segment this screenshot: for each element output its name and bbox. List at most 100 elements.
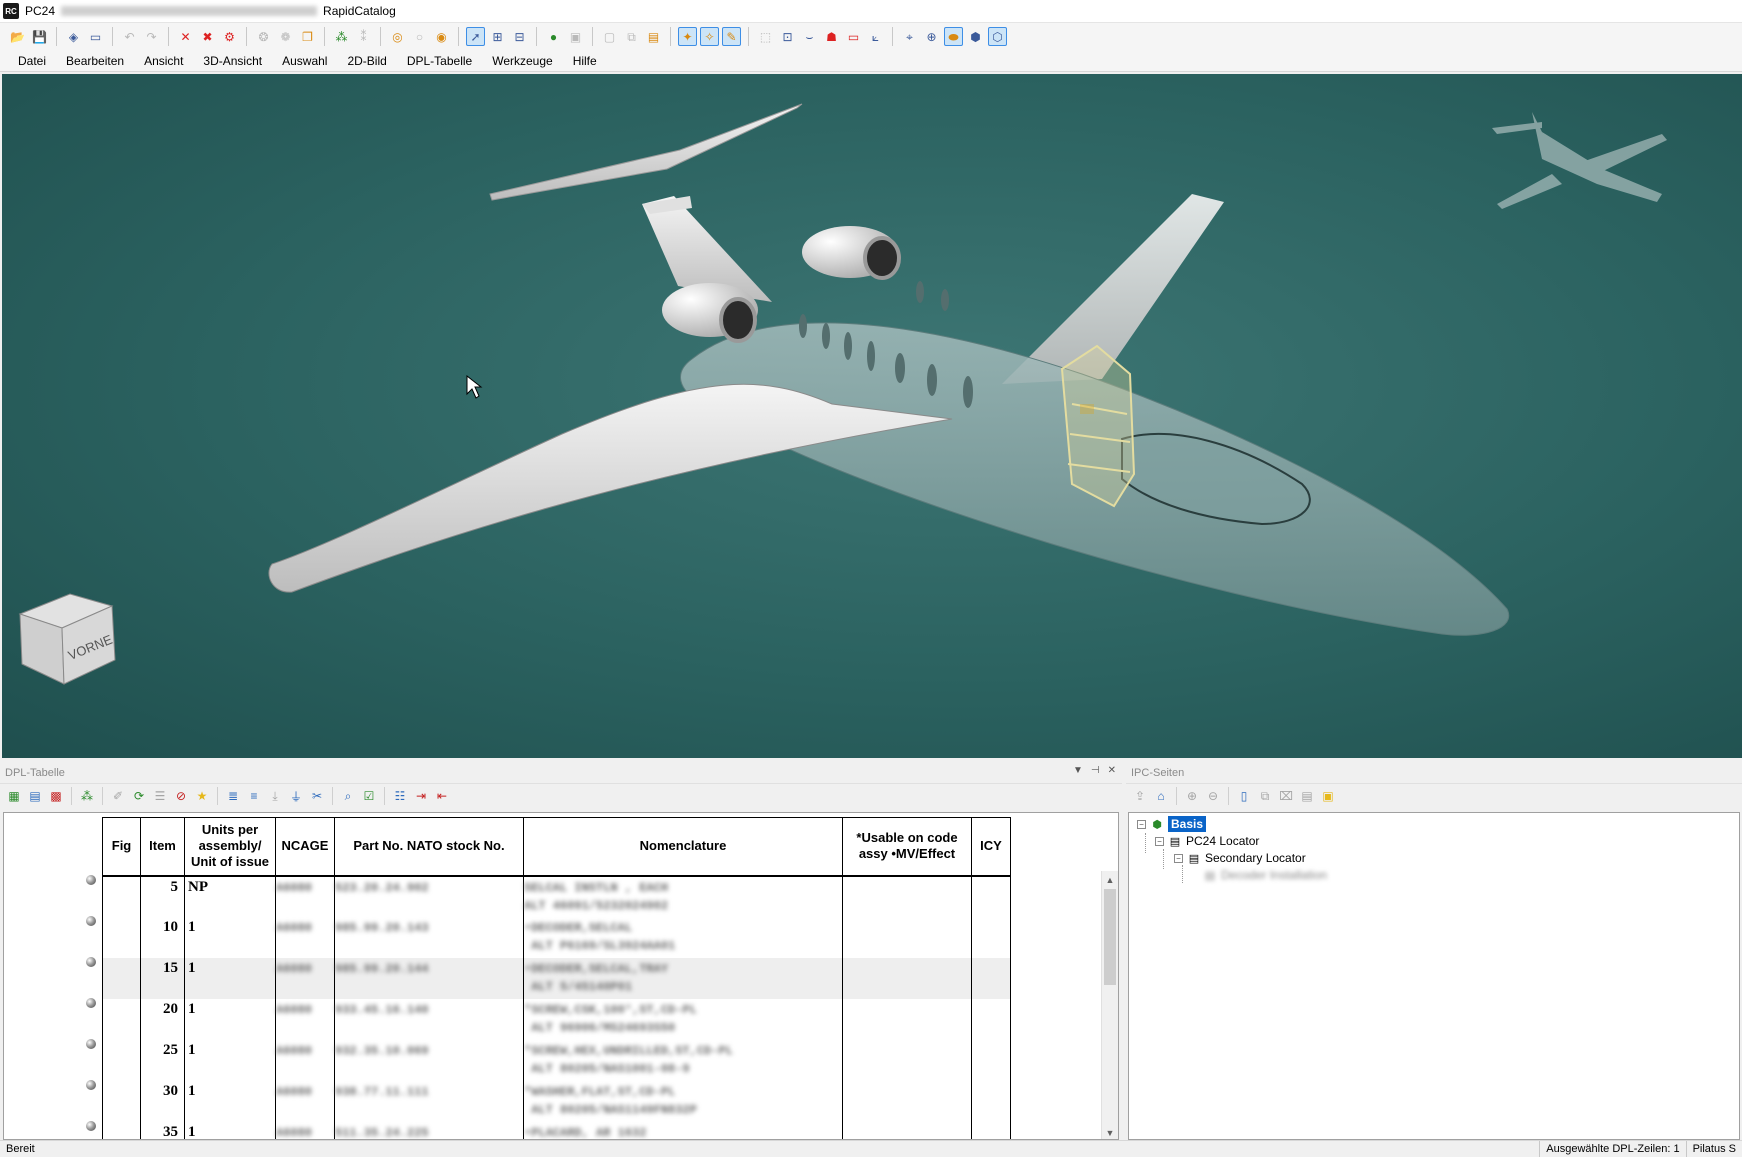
row-status-icon[interactable] bbox=[86, 1121, 96, 1131]
baseline-icon[interactable]: ⌣ bbox=[800, 27, 819, 46]
frame-icon[interactable]: ⬚ bbox=[756, 27, 775, 46]
panel-pin-icon[interactable]: ⊣ bbox=[1091, 765, 1100, 776]
eraser-icon[interactable]: ◈ bbox=[64, 27, 83, 46]
menu-2d-bild[interactable]: 2D-Bild bbox=[337, 51, 396, 71]
dpl-vertical-scrollbar[interactable]: ▲ ▼ bbox=[1101, 871, 1118, 1139]
delete-icon[interactable]: ✕ bbox=[176, 27, 195, 46]
indent-icon[interactable]: ≣ bbox=[224, 787, 242, 805]
menu-3d-ansicht[interactable]: 3D-Ansicht bbox=[193, 51, 272, 71]
tree-label-pc24-locator[interactable]: PC24 Locator bbox=[1186, 834, 1259, 848]
table-row-icon[interactable]: ▤ bbox=[26, 787, 44, 805]
list-icon[interactable]: ☷ bbox=[391, 787, 409, 805]
tree-label-basis[interactable]: Basis bbox=[1168, 816, 1207, 832]
link-icon[interactable]: ⁂ bbox=[332, 27, 351, 46]
table-row[interactable]: 20 1 A6080 933.45.16.140 *SCREW,CSK,100°… bbox=[102, 998, 1011, 1040]
tree-add-icon[interactable]: ⊕ bbox=[1183, 787, 1201, 805]
box-3d-icon[interactable]: ⬢ bbox=[966, 27, 985, 46]
monitor-icon[interactable]: ▭ bbox=[86, 27, 105, 46]
group-icon[interactable]: ❂ bbox=[254, 27, 273, 46]
circle-icon[interactable]: ○ bbox=[410, 27, 429, 46]
star-icon[interactable]: ★ bbox=[193, 787, 211, 805]
sphere-icon[interactable]: ● bbox=[544, 27, 563, 46]
table-row[interactable]: 25 1 A6080 932.35.10.069 *SCREW,HEX,UNDR… bbox=[102, 1039, 1011, 1081]
col-header-units[interactable]: Units per assembly/ Unit of issue bbox=[184, 817, 276, 877]
panel-close-icon[interactable]: ✕ bbox=[1108, 765, 1116, 776]
panel-dropdown-icon[interactable]: ▼ bbox=[1073, 765, 1083, 776]
scroll-thumb[interactable] bbox=[1104, 889, 1116, 985]
tree-remove-icon[interactable]: ⊖ bbox=[1204, 787, 1222, 805]
table-add-icon[interactable]: ▦ bbox=[5, 787, 23, 805]
page-copy-icon[interactable]: ⧉ bbox=[1256, 787, 1274, 805]
col-header-partno[interactable]: Part No. NATO stock No. bbox=[334, 817, 524, 877]
hotspot-icon[interactable]: ✦ bbox=[678, 27, 697, 46]
page-icon[interactable]: ▢ bbox=[600, 27, 619, 46]
eye-off-icon[interactable]: ⊘ bbox=[172, 787, 190, 805]
menu-bearbeiten[interactable]: Bearbeiten bbox=[56, 51, 134, 71]
dpl-table-area[interactable]: Fig Item Units per assembly/ Unit of iss… bbox=[3, 812, 1119, 1140]
menu-werkzeuge[interactable]: Werkzeuge bbox=[482, 51, 562, 71]
hotspot-edit-icon[interactable]: ✎ bbox=[722, 27, 741, 46]
list-add-icon[interactable]: ⇥ bbox=[412, 787, 430, 805]
move-down-icon[interactable]: ⤓ bbox=[266, 787, 284, 805]
row-status-icon[interactable] bbox=[86, 875, 96, 885]
open-icon[interactable]: 📂 bbox=[8, 27, 27, 46]
tree-root-icon[interactable]: ⌂ bbox=[1152, 787, 1170, 805]
zoom-frame-icon[interactable]: ⊡ bbox=[778, 27, 797, 46]
refresh-doc-icon[interactable]: ⟳ bbox=[130, 787, 148, 805]
table-row[interactable]: 35 1 A6080 511.35.24.225 •PLACARD, AR 16… bbox=[102, 1121, 1011, 1139]
row-status-icon[interactable] bbox=[86, 1080, 96, 1090]
menu-hilfe[interactable]: Hilfe bbox=[563, 51, 607, 71]
col-header-item[interactable]: Item bbox=[140, 817, 185, 877]
col-header-ncage[interactable]: NCAGE bbox=[275, 817, 335, 877]
circle-select-icon[interactable]: ◎ bbox=[388, 27, 407, 46]
tree-label-secondary-locator[interactable]: Secondary Locator bbox=[1205, 851, 1306, 865]
globe-icon[interactable]: ⊕ bbox=[922, 27, 941, 46]
edit-doc-icon[interactable]: ✐ bbox=[109, 787, 127, 805]
list-remove-icon[interactable]: ⇤ bbox=[433, 787, 451, 805]
copy-icon[interactable]: ❐ bbox=[298, 27, 317, 46]
folder-icon[interactable]: ▤ bbox=[644, 27, 663, 46]
tree-node-basis[interactable]: − ⬢ Basis bbox=[1137, 815, 1207, 833]
outdent-icon[interactable]: ≡ bbox=[245, 787, 263, 805]
col-header-usable[interactable]: *Usable on code assy •MV/Effect bbox=[842, 817, 972, 877]
circle-add-icon[interactable]: ◉ bbox=[432, 27, 451, 46]
table-row-selected[interactable]: 15 1 A6080 985.99.20.144 •DECODER,SELCAL… bbox=[102, 957, 1011, 999]
row-status-icon[interactable] bbox=[86, 916, 96, 926]
save-icon[interactable]: 💾 bbox=[30, 27, 49, 46]
page-delete-icon[interactable]: ⌧ bbox=[1277, 787, 1295, 805]
collapse-icon[interactable]: − bbox=[1174, 853, 1183, 863]
tree-up-icon[interactable]: ⇪ bbox=[1131, 787, 1149, 805]
3d-viewport[interactable]: VORNE bbox=[2, 74, 1742, 758]
delete-all-icon[interactable]: ✖ bbox=[198, 27, 217, 46]
page-copy-icon[interactable]: ⧉ bbox=[622, 27, 641, 46]
rect-icon[interactable]: ▭ bbox=[844, 27, 863, 46]
hotspot-move-icon[interactable]: ✧ bbox=[700, 27, 719, 46]
select-tree-icon[interactable]: ⊞ bbox=[488, 27, 507, 46]
select-parent-icon[interactable]: ⊟ bbox=[510, 27, 529, 46]
tree-node-secondary-locator[interactable]: − ▤ Secondary Locator bbox=[1174, 849, 1306, 867]
tree-label-decoder[interactable]: Decoder Installation bbox=[1221, 868, 1327, 882]
unlink-icon[interactable]: ⁑ bbox=[354, 27, 373, 46]
table-delete-icon[interactable]: ▩ bbox=[47, 787, 65, 805]
undo-icon[interactable]: ↶ bbox=[120, 27, 139, 46]
pointer-icon[interactable]: ➚ bbox=[466, 27, 485, 46]
col-header-fig[interactable]: Fig bbox=[102, 817, 141, 877]
col-header-icy[interactable]: ICY bbox=[971, 817, 1011, 877]
collapse-icon[interactable]: − bbox=[1137, 819, 1146, 829]
collapse-icon[interactable]: − bbox=[1155, 836, 1164, 846]
ungroup-icon[interactable]: ❁ bbox=[276, 27, 295, 46]
axis-icon[interactable]: ⟀ bbox=[866, 27, 885, 46]
page-new-icon[interactable]: ▯ bbox=[1235, 787, 1253, 805]
aircraft-model[interactable]: VORNE bbox=[2, 74, 1742, 758]
row-status-icon[interactable] bbox=[86, 998, 96, 1008]
link-parts-icon[interactable]: ⁂ bbox=[78, 787, 96, 805]
table-row[interactable]: 30 1 A6080 938.77.11.111 *WASHER,FLAT,ST… bbox=[102, 1080, 1011, 1122]
cube-icon[interactable]: ▣ bbox=[566, 27, 585, 46]
table-row[interactable]: 10 1 A6080 985.99.20.143 •DECODER,SELCAL… bbox=[102, 916, 1011, 958]
globe-net-icon[interactable]: ⌖ bbox=[900, 27, 919, 46]
menu-dpl-tabelle[interactable]: DPL-Tabelle bbox=[397, 51, 482, 71]
cube-view-icon[interactable]: ⬡ bbox=[988, 27, 1007, 46]
row-status-icon[interactable] bbox=[86, 1039, 96, 1049]
person-icon[interactable]: ☗ bbox=[822, 27, 841, 46]
filter-icon[interactable]: ⏚ bbox=[287, 787, 305, 805]
